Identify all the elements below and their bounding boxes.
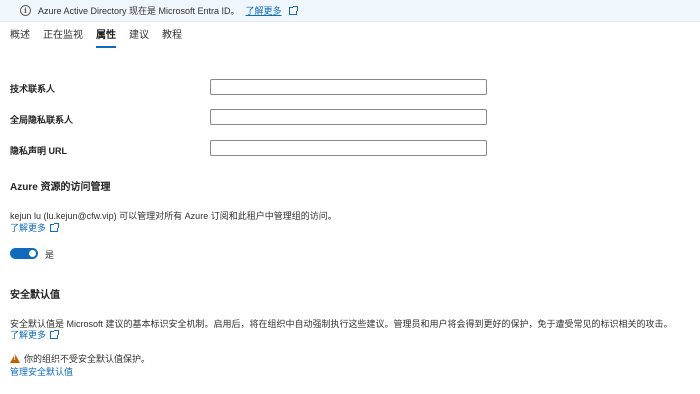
tech-contact-label: 技术联系人 [10, 84, 56, 94]
privacy-contact-label: 全局隐私联系人 [10, 115, 74, 125]
tech-contact-input[interactable] [210, 79, 487, 95]
security-description: 安全默认值是 Microsoft 建议的基本标识安全机制。启用后，将在组织中自动… [10, 319, 673, 329]
privacy-url-label: 隐私声明 URL [10, 146, 67, 156]
banner-message: Azure Active Directory 现在是 Microsoft Ent… [38, 6, 240, 16]
access-description: kejun lu (lu.kejun@cfw.vip) 可以管理对所有 Azur… [10, 211, 337, 221]
access-toggle-label: 是 [45, 250, 55, 260]
access-learn-more-link[interactable]: 了解更多 [10, 221, 60, 234]
access-management-title: Azure 资源的访问管理 [10, 182, 111, 193]
privacy-url-input[interactable] [210, 140, 487, 156]
toggle-knob [29, 250, 36, 257]
manage-security-defaults-link[interactable]: 管理安全默认值 [10, 365, 73, 378]
access-learn-more-label: 了解更多 [10, 223, 47, 233]
tab-monitoring[interactable]: 正在监视 [43, 28, 83, 46]
access-toggle[interactable] [10, 248, 38, 259]
tab-bar: 概述 正在监视 属性 建议 教程 [10, 28, 195, 48]
warning-icon [10, 354, 20, 363]
external-link-icon[interactable] [288, 5, 298, 15]
tab-overview[interactable]: 概述 [10, 28, 30, 46]
info-icon: i [20, 5, 31, 16]
tab-tutorials[interactable]: 教程 [162, 28, 182, 46]
privacy-contact-input[interactable] [210, 109, 487, 125]
tab-recommendations[interactable]: 建议 [129, 28, 149, 46]
banner-learn-more-link[interactable]: 了解更多 [246, 4, 282, 17]
warning-text: 你的组织不受安全默认值保护。 [24, 354, 151, 364]
tab-properties[interactable]: 属性 [96, 28, 116, 48]
properties-page: i Azure Active Directory 现在是 Microsoft E… [0, 0, 700, 394]
external-link-icon [50, 330, 60, 339]
security-warning: 你的组织不受安全默认值保护。 [10, 352, 150, 365]
security-learn-more-link[interactable]: 了解更多 [10, 328, 60, 341]
security-learn-more-label: 了解更多 [10, 330, 47, 340]
external-link-icon [50, 223, 60, 232]
security-defaults-title: 安全默认值 [10, 290, 60, 301]
info-banner: i Azure Active Directory 现在是 Microsoft E… [0, 0, 700, 22]
